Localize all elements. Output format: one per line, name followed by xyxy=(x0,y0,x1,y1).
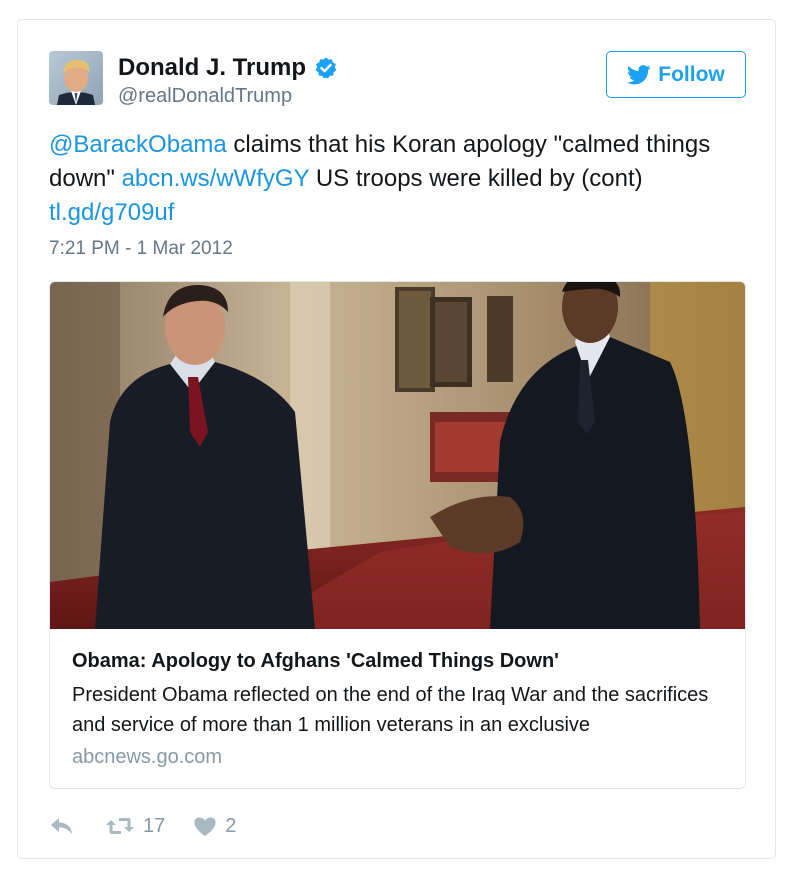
like-button[interactable]: 2 xyxy=(193,815,236,838)
tweet-timestamp[interactable]: 7:21 PM - 1 Mar 2012 xyxy=(49,237,233,261)
mention-link[interactable]: @BarackObama xyxy=(49,131,227,158)
tweet-text: @BarackObama claims that his Koran apolo… xyxy=(49,128,749,230)
author-display-name[interactable]: Donald J. Trump xyxy=(118,53,306,83)
heart-icon xyxy=(193,816,217,837)
retweet-icon xyxy=(105,816,135,836)
author-name-row: Donald J. Trump xyxy=(118,53,338,83)
retweet-button[interactable]: 17 xyxy=(105,815,165,838)
tweet-text-part2: US troops were killed by (cont) xyxy=(309,165,643,192)
retweet-count: 17 xyxy=(143,814,166,837)
twitter-bird-icon xyxy=(627,64,651,85)
author-screen-name[interactable]: @realDonaldTrump xyxy=(118,83,292,109)
link-card[interactable]: Obama: Apology to Afghans 'Calmed Things… xyxy=(49,281,746,789)
reply-button[interactable] xyxy=(49,816,75,836)
card-description: President Obama reflected on the end of … xyxy=(72,684,709,736)
verified-badge-icon xyxy=(314,56,338,80)
tweet-card: Donald J. Trump @realDonaldTrump Follow … xyxy=(17,19,776,859)
tweet-actions: 17 2 xyxy=(49,812,236,840)
avatar[interactable] xyxy=(49,51,103,105)
card-image xyxy=(50,282,745,629)
card-domain: abcnews.go.com xyxy=(72,746,223,768)
follow-button[interactable]: Follow xyxy=(606,51,746,98)
like-count: 2 xyxy=(225,814,237,837)
follow-button-label: Follow xyxy=(658,62,725,86)
card-title: Obama: Apology to Afghans 'Calmed Things… xyxy=(72,650,559,672)
tlgd-link[interactable]: tl.gd/g709uf xyxy=(49,199,174,226)
reply-icon xyxy=(49,816,75,836)
abcn-link[interactable]: abcn.ws/wWfyGY xyxy=(122,165,310,192)
